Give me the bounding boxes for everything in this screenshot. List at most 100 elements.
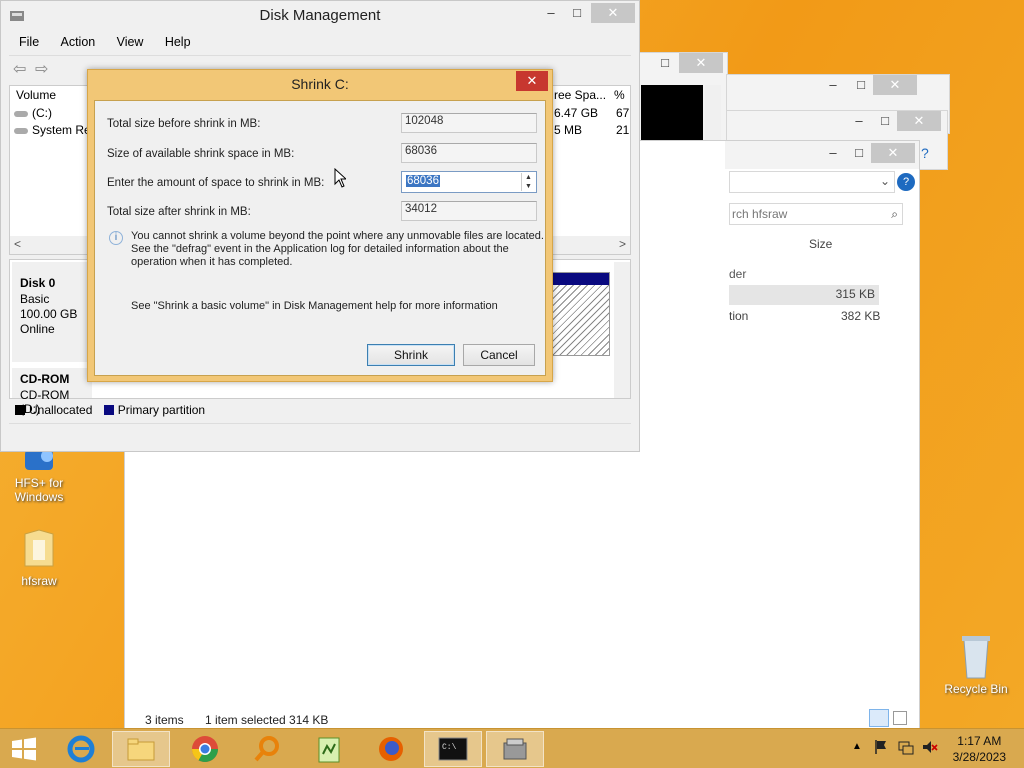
maximize-button[interactable]: □ <box>845 143 873 163</box>
column-header-percent[interactable]: % F <box>614 88 632 104</box>
taskbar-firefox[interactable] <box>362 731 420 767</box>
disk-management-icon <box>503 738 527 760</box>
shrink-button[interactable]: Shrink <box>367 344 455 366</box>
clock-time: 1:17 AM <box>957 734 1002 748</box>
disk0-info[interactable]: Disk 0 Basic 100.00 GB Online <box>12 262 92 362</box>
menu-file[interactable]: File <box>19 35 39 49</box>
scroll-left-icon[interactable]: < <box>14 237 21 251</box>
minimize-button[interactable]: – <box>819 75 847 95</box>
scroll-right-icon[interactable]: > <box>619 237 626 251</box>
recycle-bin-icon <box>956 632 996 680</box>
show-hidden-icons[interactable]: ▲ <box>852 741 862 752</box>
total-after-field: 34012 <box>401 201 537 221</box>
minimize-button[interactable]: – <box>845 111 873 131</box>
action-center-flag-icon[interactable] <box>874 739 888 758</box>
dialog-title: Shrink C: <box>291 76 349 92</box>
cdrom-name: CD-ROM <box>20 372 70 386</box>
forward-arrow-icon[interactable]: ⇨ <box>35 59 48 79</box>
total-after-label: Total size after shrink in MB: <box>107 206 251 218</box>
taskbar: C:\ ▲ 1:17 AM 3/28/2023 <box>0 728 1024 768</box>
column-header-size[interactable]: Size <box>809 237 832 251</box>
spin-up-icon[interactable]: ▲ <box>522 173 535 182</box>
help-icon[interactable]: ? <box>897 173 915 191</box>
vertical-scrollbar[interactable] <box>614 262 630 398</box>
minimize-button[interactable]: – <box>537 3 565 23</box>
desktop-icon-recycle-bin[interactable]: Recycle Bin <box>940 632 1012 696</box>
partition-block[interactable] <box>552 272 610 356</box>
file-row-name[interactable]: tion <box>729 309 748 323</box>
taskbar-ie[interactable] <box>52 731 110 767</box>
legend-primary-swatch <box>103 405 114 415</box>
clock-date: 3/28/2023 <box>952 750 1006 764</box>
dialog-close-button[interactable]: ✕ <box>516 71 548 91</box>
back-arrow-icon[interactable]: ⇦ <box>13 59 26 79</box>
info-icon: i <box>109 231 123 245</box>
close-button[interactable]: ✕ <box>591 3 635 23</box>
volume-row[interactable]: System Res <box>14 123 97 137</box>
shrink-amount-input[interactable]: 68036 ▲ ▼ <box>401 171 537 193</box>
desktop-icon-hfsraw[interactable]: hfsraw <box>3 526 75 588</box>
spinner-arrows[interactable]: ▲ ▼ <box>521 173 535 191</box>
taskbar-cmd[interactable]: C:\ <box>424 731 482 767</box>
volume-row[interactable]: (C:) <box>14 106 52 120</box>
legend-primary: Primary partition <box>117 403 206 417</box>
cancel-button[interactable]: Cancel <box>463 344 535 366</box>
address-bar[interactable]: ⌄ <box>729 171 895 193</box>
shrink-dialog[interactable]: Shrink C: ✕ Total size before shrink in … <box>87 69 553 382</box>
large-icons-view-icon[interactable] <box>893 711 907 725</box>
search-input[interactable]: rch hfsraw ⌕ <box>729 203 903 225</box>
volume-muted-icon[interactable] <box>922 739 938 758</box>
search-placeholder: rch hfsraw <box>732 207 788 221</box>
partition-header <box>553 273 609 285</box>
file-size: 382 KB <box>841 309 881 323</box>
maximize-button[interactable]: □ <box>563 3 591 23</box>
system-clock[interactable]: 1:17 AM 3/28/2023 <box>953 733 1006 765</box>
legend-unallocated: Unallocated <box>29 403 93 417</box>
menu-help[interactable]: Help <box>165 35 191 49</box>
taskbar-search-app[interactable] <box>238 731 296 767</box>
amount-label: Enter the amount of space to shrink in M… <box>107 177 325 189</box>
disk0-size: 100.00 GB <box>20 307 78 321</box>
cdrom-info[interactable]: CD-ROM CD-ROM (D:) <box>12 368 92 416</box>
start-button[interactable] <box>0 731 48 767</box>
close-button[interactable]: ✕ <box>897 111 941 131</box>
info-line: You cannot shrink a volume beyond the po… <box>131 230 544 242</box>
minimize-button[interactable]: – <box>819 143 847 163</box>
maximize-button[interactable]: □ <box>871 111 899 131</box>
taskbar-disk-management[interactable] <box>486 731 544 767</box>
file-row-selected[interactable]: 315 KB <box>729 285 879 305</box>
close-button[interactable]: ✕ <box>873 75 917 95</box>
total-before-field: 102048 <box>401 113 537 133</box>
file-size: 315 KB <box>835 287 875 301</box>
volume-pct: 21 <box>616 123 630 137</box>
help-icon[interactable]: ? <box>921 145 929 161</box>
desktop-icon-label: HFS+ for Windows <box>14 476 64 504</box>
taskbar-chrome[interactable] <box>176 731 234 767</box>
file-row-name[interactable]: der <box>729 267 746 281</box>
minimize-button[interactable]: □ <box>651 53 679 73</box>
network-icon[interactable] <box>898 739 914 758</box>
taskbar-file-explorer[interactable] <box>112 731 170 767</box>
notepad-icon <box>318 737 340 763</box>
close-icon: ✕ <box>695 55 707 70</box>
search-icon[interactable]: ⌕ <box>891 204 898 224</box>
menu-view[interactable]: View <box>117 35 144 49</box>
spin-down-icon[interactable]: ▼ <box>522 182 535 191</box>
drive-icon <box>14 128 28 134</box>
volume-name: (C:) <box>32 106 52 120</box>
chevron-down-icon[interactable]: ⌄ <box>880 174 890 188</box>
drive-icon <box>14 111 28 117</box>
maximize-icon: □ <box>661 55 669 70</box>
taskbar-notepad-plus[interactable] <box>300 731 358 767</box>
explorer-caption: – □ ✕ <box>725 141 919 169</box>
close-button[interactable]: ✕ <box>679 53 723 73</box>
help-text[interactable]: See "Shrink a basic volume" in Disk Mana… <box>131 300 498 312</box>
menu-action[interactable]: Action <box>61 35 96 49</box>
desktop-icon-hfs[interactable]: HFS+ for Windows <box>3 448 75 504</box>
column-header-free[interactable]: ree Spa... <box>554 88 612 104</box>
legend-unallocated-swatch <box>15 405 25 415</box>
menu-bar: File Action View Help <box>19 35 209 49</box>
details-view-icon[interactable] <box>869 709 889 727</box>
close-button[interactable]: ✕ <box>871 143 915 163</box>
maximize-button[interactable]: □ <box>847 75 875 95</box>
